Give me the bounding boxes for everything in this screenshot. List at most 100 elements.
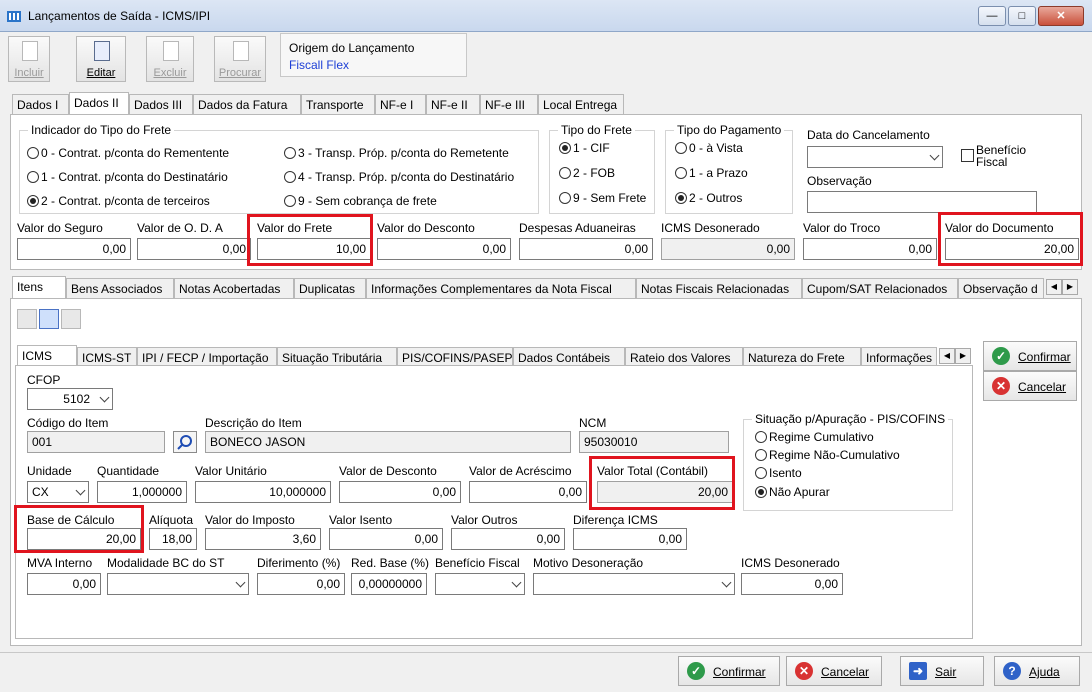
side-confirmar-button[interactable]: ✓ Confirmar [983,341,1077,371]
valor-seguro-input[interactable]: 0,00 [17,238,131,260]
origem-label: Origem do Lançamento [289,41,415,55]
beneficio-fiscal-label: Benefício Fiscal [976,143,1027,169]
tab-ipi-fecp[interactable]: IPI / FECP / Importação [137,347,277,367]
tab-local-entrega[interactable]: Local Entrega [538,94,624,114]
side-cancelar-button[interactable]: ✕ Cancelar [983,371,1077,401]
valor-isento-input[interactable]: 0,00 [329,528,443,550]
beneficio-fiscal-combo[interactable] [435,573,525,595]
valor-troco-label: Valor do Troco [803,221,881,235]
excluir-button[interactable]: Excluir [146,36,194,82]
minimize-button[interactable]: — [978,6,1006,26]
highlight-base-calculo [14,505,144,553]
tab-observacao[interactable]: Observação d [958,278,1044,298]
delete-item-icon[interactable] [61,309,81,329]
tab-dados-fatura[interactable]: Dados da Fatura [193,94,301,114]
descricao-item-input: BONECO JASON [205,431,571,453]
despesas-aduaneiras-input[interactable]: 0,00 [519,238,653,260]
dados-ii-panel: Indicador do Tipo do Frete 0 - Contrat. … [10,114,1082,270]
footer-cancelar-button[interactable]: ✕ Cancelar [786,656,882,686]
highlight-valor-frete [247,214,373,266]
tab-dados-ii[interactable]: Dados II [69,92,129,114]
modalidade-bc-combo[interactable] [107,573,249,595]
tab-dados-iii[interactable]: Dados III [129,94,193,114]
new-item-icon[interactable] [17,309,37,329]
valor-unitario-label: Valor Unitário [195,464,267,478]
incluir-button[interactable]: Incluir [8,36,50,82]
tab-info-complementares[interactable]: Informações Complementares da Nota Fisca… [366,278,636,298]
edit-document-icon [94,41,110,61]
tab-bens-associados[interactable]: Bens Associados [66,278,174,298]
unidade-label: Unidade [27,464,72,478]
ncm-label: NCM [579,416,607,430]
tab-dados-contabeis[interactable]: Dados Contábeis [513,347,625,367]
observacao-input[interactable] [807,191,1037,213]
tab-duplicatas[interactable]: Duplicatas [294,278,366,298]
tab-icms-st[interactable]: ICMS-ST [77,347,137,367]
valor-desconto-input[interactable]: 0,00 [377,238,511,260]
tab-scroll-left[interactable]: ◀ [1046,279,1062,295]
tab-natureza-frete[interactable]: Natureza do Frete [743,347,861,367]
diferenca-icms-input[interactable]: 0,00 [573,528,687,550]
highlight-valor-documento [938,212,1083,266]
modalidade-bc-label: Modalidade BC do ST [107,556,225,570]
diferenca-icms-label: Diferença ICMS [573,513,658,527]
footer-sair-button[interactable]: ➜ Sair [900,656,984,686]
maximize-button[interactable]: □ [1008,6,1036,26]
procurar-button[interactable]: Procurar [214,36,266,82]
data-cancelamento-combo[interactable] [807,146,943,168]
footer-confirmar-button[interactable]: ✓ Confirmar [678,656,780,686]
beneficio-fiscal-checkbox[interactable] [961,149,974,162]
tab-notas-acobertadas[interactable]: Notas Acobertadas [174,278,294,298]
close-button[interactable]: ✕ [1038,6,1084,26]
valor-troco-input[interactable]: 0,00 [803,238,937,260]
exit-icon: ➜ [909,662,927,680]
tab-nfe-i[interactable]: NF-e I [375,94,426,114]
unidade-combo[interactable]: CX [27,481,89,503]
tab-icms[interactable]: ICMS [17,345,77,367]
cfop-label: CFOP [27,373,61,387]
search-icon[interactable] [173,431,197,453]
tab-situacao-tributaria[interactable]: Situação Tributária [277,347,397,367]
icms-desonerado-item-input[interactable]: 0,00 [741,573,843,595]
edit-item-icon[interactable] [39,309,59,329]
tab-cupom-sat[interactable]: Cupom/SAT Relacionados [802,278,958,298]
check-icon: ✓ [687,662,705,680]
tab-itens[interactable]: Itens [12,276,66,298]
aliquota-input[interactable]: 18,00 [149,528,197,550]
editar-button[interactable]: Editar [76,36,126,82]
valor-desconto-item-input[interactable]: 0,00 [339,481,461,503]
item-tab-scroll-right[interactable]: ▶ [955,348,971,364]
tab-dados-i[interactable]: Dados I [12,94,69,114]
help-icon: ? [1003,662,1021,680]
valor-oda-input[interactable]: 0,00 [137,238,251,260]
tab-transporte[interactable]: Transporte [301,94,375,114]
title-bar: Lançamentos de Saída - ICMS/IPI — □ ✕ [0,0,1092,32]
delete-document-icon [163,41,179,61]
red-base-input[interactable]: 0,00000000 [351,573,427,595]
valor-acrescimo-input[interactable]: 0,00 [469,481,587,503]
valor-desconto-label: Valor do Desconto [377,221,475,235]
tab-nfe-iii[interactable]: NF-e III [480,94,538,114]
tab-pis-cofins[interactable]: PIS/COFINS/PASEP [397,347,513,367]
tab-rateio[interactable]: Rateio dos Valores [625,347,743,367]
valor-unitario-input[interactable]: 10,000000 [195,481,331,503]
tab-informacoes[interactable]: Informações [861,347,937,367]
diferimento-input[interactable]: 0,00 [257,573,345,595]
tab-notas-relacionadas[interactable]: Notas Fiscais Relacionadas [636,278,802,298]
valor-imposto-input[interactable]: 3,60 [205,528,321,550]
quantidade-label: Quantidade [97,464,160,478]
app-icon [6,8,22,24]
descricao-item-label: Descrição do Item [205,416,302,430]
aliquota-label: Alíquota [149,513,194,527]
valor-seguro-label: Valor do Seguro [17,221,103,235]
tab-nfe-ii[interactable]: NF-e II [426,94,480,114]
cfop-combo[interactable]: 5102 [27,388,113,410]
motivo-desoneracao-combo[interactable] [533,573,735,595]
icms-desonerado-label: ICMS Desonerado [661,221,760,235]
valor-outros-input[interactable]: 0,00 [451,528,565,550]
quantidade-input[interactable]: 1,000000 [97,481,187,503]
item-tab-scroll-left[interactable]: ◀ [939,348,955,364]
tab-scroll-right[interactable]: ▶ [1062,279,1078,295]
mva-interno-input[interactable]: 0,00 [27,573,101,595]
footer-ajuda-button[interactable]: ? Ajuda [994,656,1080,686]
